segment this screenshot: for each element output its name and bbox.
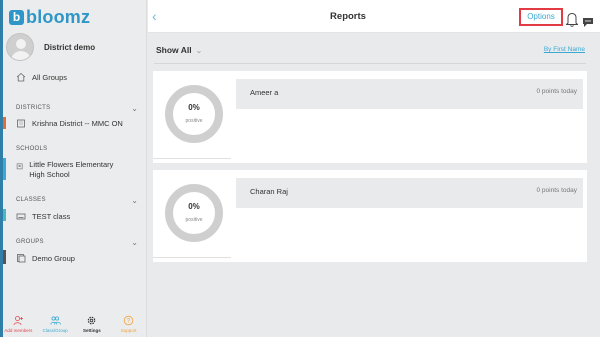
student-name: Charan Raj: [250, 187, 288, 196]
section-label-groups: GROUPS: [16, 239, 44, 245]
school-color-bar: [3, 158, 6, 180]
bell-icon[interactable]: [566, 11, 578, 27]
show-all-dropdown[interactable]: Show All ⌄: [156, 45, 202, 55]
filter-label: Show All: [156, 45, 192, 55]
bloomz-logo[interactable]: b bloomz: [9, 6, 90, 28]
student-name: Ameer a: [250, 88, 279, 97]
settings-button[interactable]: Settings: [74, 307, 111, 337]
student-row[interactable]: Ameer a 0 points today: [236, 79, 583, 109]
student-row[interactable]: Charan Raj 0 points today: [236, 178, 583, 208]
support-button[interactable]: ? Support: [110, 307, 147, 337]
sidebar-item-label: All Groups: [32, 72, 68, 82]
section-label-classes: CLASSES: [16, 197, 46, 203]
school-icon: [16, 163, 23, 170]
card-score-panel: 0% positive: [153, 71, 231, 159]
gear-icon: [88, 316, 96, 325]
district-color-bar: [3, 117, 6, 129]
sidebar-item-school[interactable]: Little Flowers Elementary High School: [16, 160, 121, 180]
chevron-down-icon: ⌄: [195, 46, 203, 55]
percent-ring: 0% positive: [165, 85, 223, 143]
sidebar-item-label: Krishna District -- MMC ON: [32, 118, 123, 128]
help-icon: ?: [123, 315, 134, 326]
sidebar-item-group[interactable]: Demo Group: [16, 253, 147, 263]
group-color-bar: [3, 250, 6, 264]
add-user-icon: [13, 316, 23, 326]
chevron-down-icon[interactable]: ⌄: [131, 196, 138, 205]
percent-ring: 0% positive: [165, 184, 223, 242]
logo-badge: b: [9, 9, 24, 25]
class-group-button[interactable]: Class/Group: [37, 307, 74, 337]
chevron-down-icon[interactable]: ⌄: [131, 238, 138, 247]
points-today: 0 points today: [536, 88, 577, 95]
points-today: 0 points today: [536, 187, 577, 194]
divider: [154, 63, 586, 64]
profile[interactable]: District demo: [6, 32, 147, 62]
home-icon: [16, 72, 26, 82]
section-label-schools: SCHOOLS: [16, 146, 48, 152]
sidebar-item-district[interactable]: Krishna District -- MMC ON: [16, 118, 147, 128]
bottom-label: Settings: [82, 328, 101, 333]
chat-icon[interactable]: [582, 17, 594, 28]
avatar: [6, 33, 34, 61]
chevron-down-icon[interactable]: ⌄: [131, 104, 138, 113]
sidebar-item-class[interactable]: TEST class: [16, 211, 147, 221]
bottom-label: Support: [120, 328, 137, 333]
svg-text:?: ?: [127, 319, 131, 325]
page-title: Reports: [330, 11, 366, 22]
percent-value: 0%: [188, 202, 200, 211]
bottom-bar: Add members Class/Group Settings ? Suppo…: [0, 307, 147, 337]
add-group-icon: [50, 316, 61, 325]
group-icon: [17, 254, 26, 263]
class-color-bar: [3, 209, 6, 221]
building-icon: [17, 119, 25, 128]
sidebar: b bloomz District demo All Groups DISTRI…: [0, 0, 147, 337]
report-card[interactable]: 0% positive Ameer a 0 points today: [153, 71, 587, 163]
sidebar-item-all-groups[interactable]: All Groups: [16, 72, 147, 82]
sidebar-item-label: Little Flowers Elementary High School: [29, 160, 114, 179]
section-label-districts: DISTRICTS: [16, 105, 51, 111]
class-icon: [16, 213, 26, 220]
sort-by-first-name-link[interactable]: By First Name: [544, 46, 585, 53]
sidebar-item-label: TEST class: [32, 211, 71, 221]
percent-value: 0%: [188, 103, 200, 112]
profile-name: District demo: [44, 42, 96, 52]
report-card[interactable]: 0% positive Charan Raj 0 points today: [153, 170, 587, 262]
bottom-label: Class/Group: [42, 328, 68, 333]
percent-label: positive: [185, 118, 203, 124]
sidebar-item-label: Demo Group: [32, 253, 75, 263]
add-members-button[interactable]: Add members: [0, 307, 37, 337]
bottom-label: Add members: [4, 328, 33, 333]
options-button[interactable]: Options: [519, 8, 563, 26]
percent-label: positive: [185, 217, 203, 223]
logo-text: bloomz: [26, 6, 91, 27]
card-score-panel: 0% positive: [153, 170, 231, 258]
